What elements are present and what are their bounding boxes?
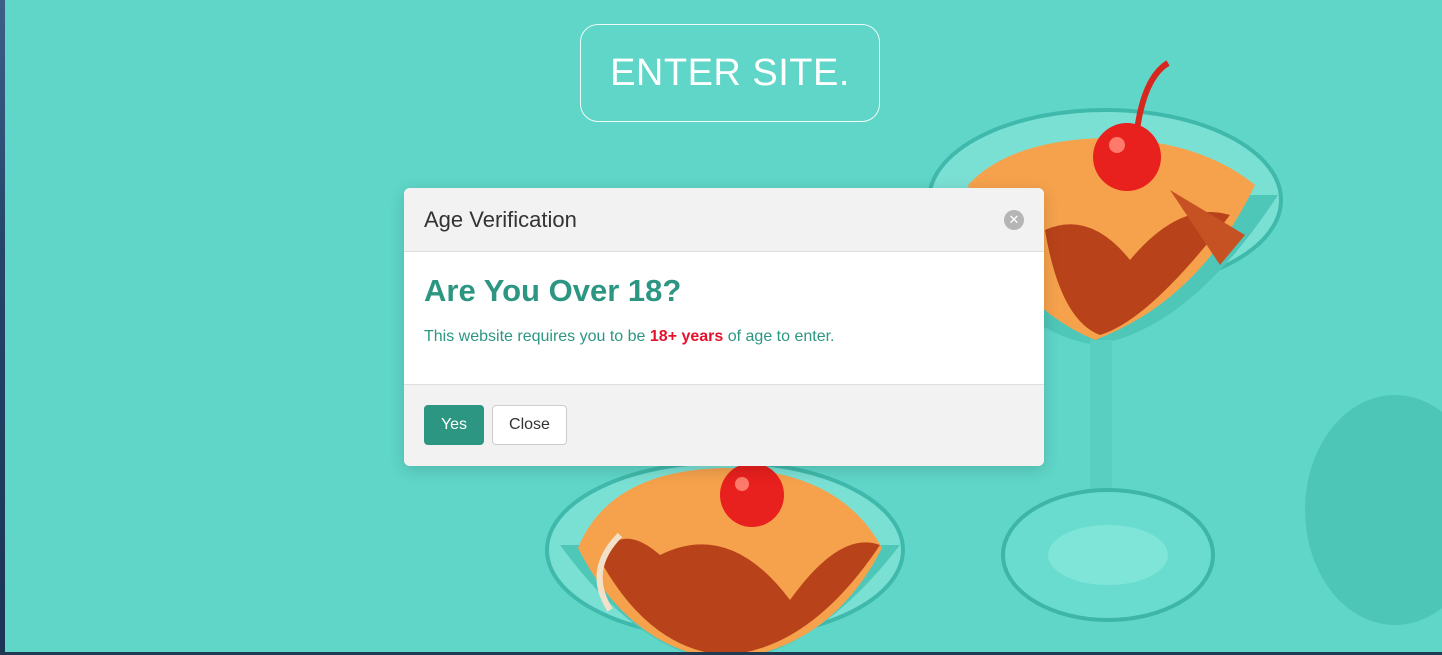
modal-title: Age Verification (424, 207, 577, 232)
yes-button[interactable]: Yes (424, 405, 484, 445)
modal-header: Age Verification ✕ (404, 188, 1044, 252)
age-verification-modal: Age Verification ✕ Are You Over 18? This… (404, 188, 1044, 466)
modal-message: This website requires you to be 18+ year… (424, 328, 835, 346)
message-suffix: of age to enter. (723, 328, 835, 345)
bottom-martini-glass (545, 460, 905, 655)
close-icon[interactable]: ✕ (1004, 210, 1024, 230)
message-prefix: This website requires you to be (424, 328, 650, 345)
modal-body: Are You Over 18? This website requires y… (404, 252, 1044, 385)
enter-site-button[interactable]: ENTER SITE. (580, 24, 880, 122)
close-button[interactable]: Close (492, 405, 567, 445)
message-highlight: 18+ years (649, 328, 724, 345)
modal-footer: Yes Close (404, 385, 1044, 466)
modal-heading: Are You Over 18? (424, 273, 682, 308)
